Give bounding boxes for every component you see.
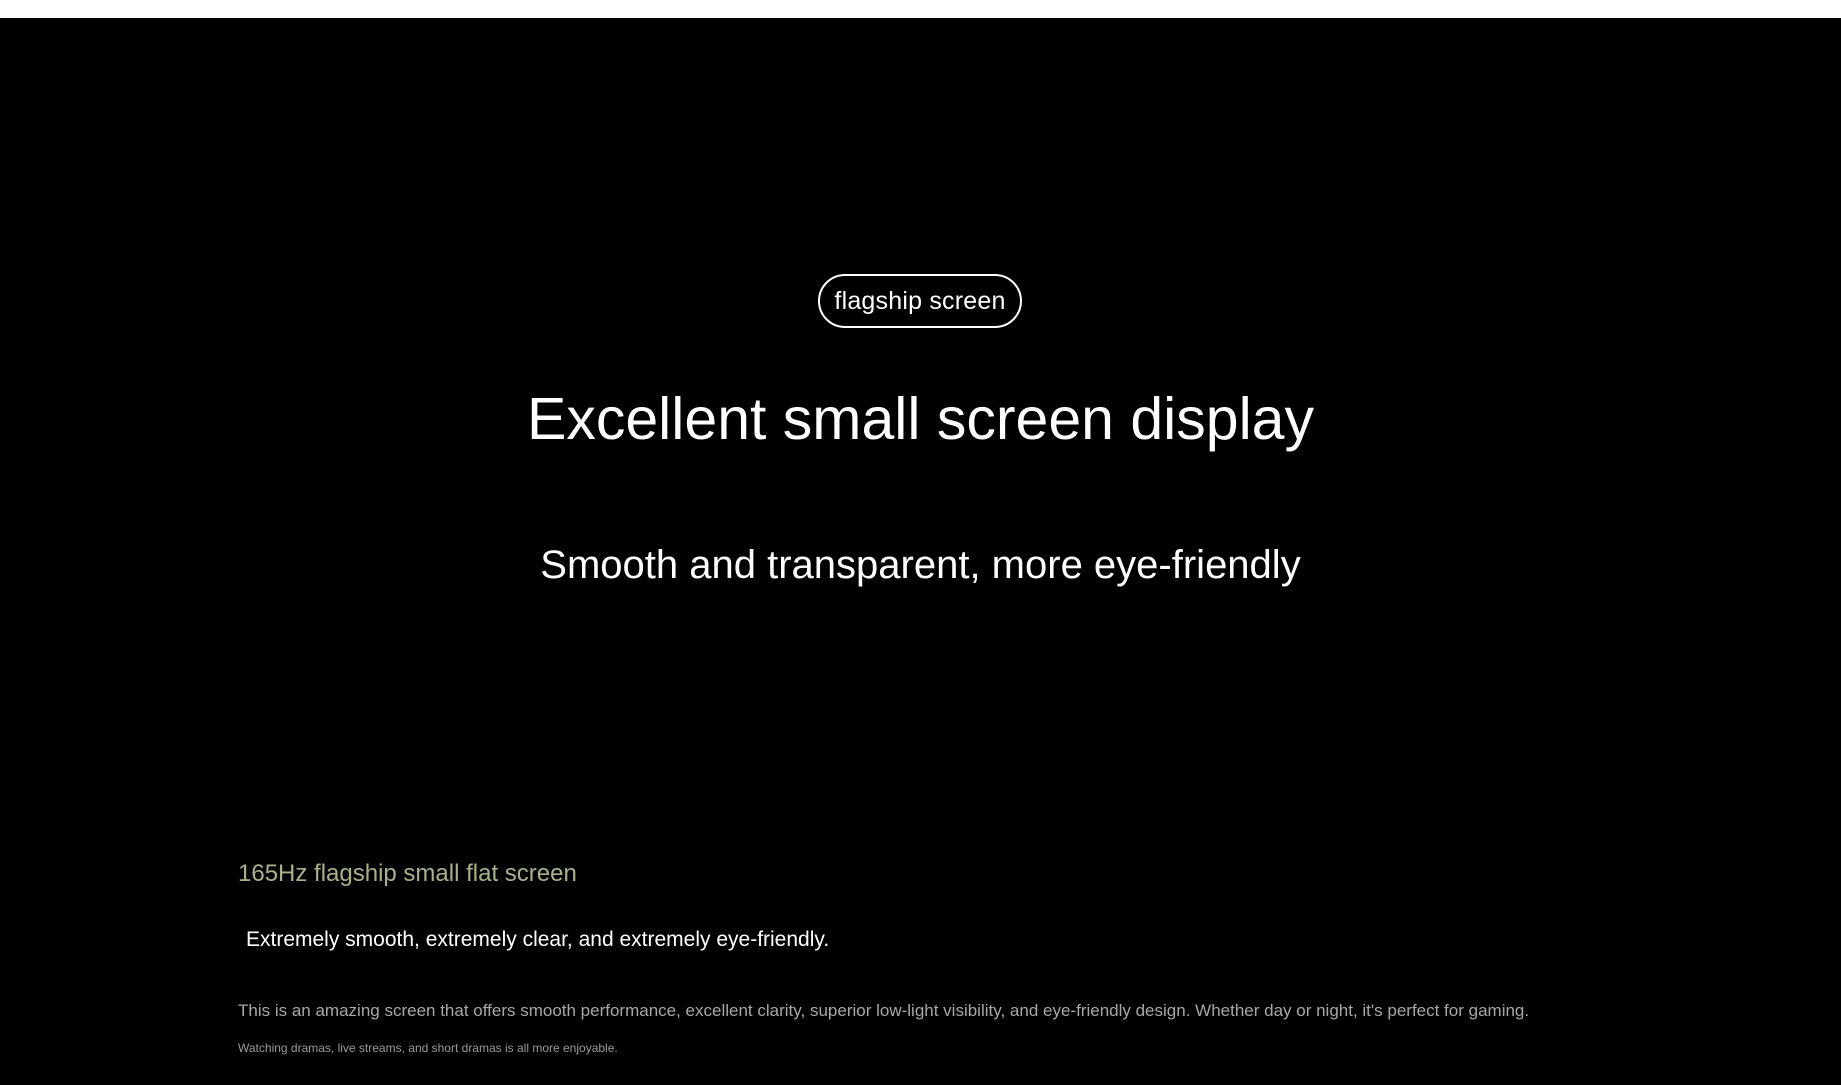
page-headline: Excellent small screen display <box>527 386 1314 452</box>
feature-tagline: Extremely smooth, extremely clear, and e… <box>246 928 830 951</box>
page-subheadline: Smooth and transparent, more eye-friendl… <box>540 543 1301 587</box>
flagship-screen-badge: flagship screen <box>818 274 1022 328</box>
top-bar <box>0 0 1841 18</box>
product-page: flagship screen Excellent small screen d… <box>0 0 1841 1085</box>
feature-description: This is an amazing screen that offers sm… <box>238 1001 1530 1020</box>
feature-title: 165Hz flagship small flat screen <box>238 860 577 887</box>
hero-section: flagship screen Excellent small screen d… <box>0 18 1841 818</box>
feature-note: Watching dramas, live streams, and short… <box>238 1041 618 1055</box>
